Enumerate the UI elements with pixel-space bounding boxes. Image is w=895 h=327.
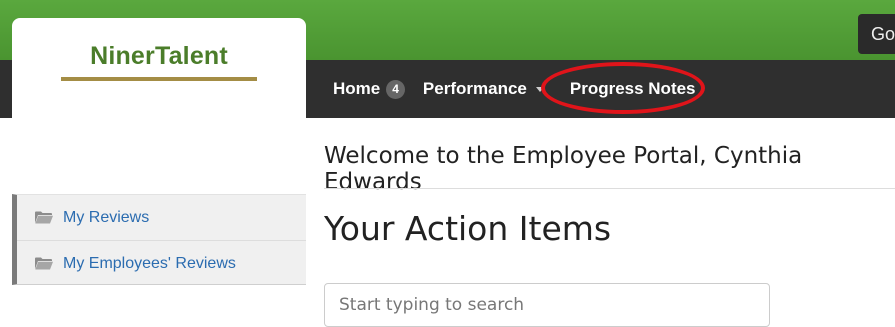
- nav-home[interactable]: Home 4: [333, 79, 405, 99]
- sidebar-item-label: My Reviews: [63, 208, 150, 226]
- nav-progress-notes-label: Progress Notes: [569, 79, 696, 98]
- nav-progress-notes[interactable]: Progress Notes: [570, 79, 696, 99]
- logo-card: NinerTalent: [12, 18, 306, 128]
- caret-down-icon: [535, 86, 544, 92]
- logo-underline: [61, 77, 257, 81]
- home-count-badge: 4: [386, 79, 405, 99]
- page-title: Your Action Items: [324, 209, 612, 248]
- nav-home-label: Home: [333, 79, 381, 98]
- sidebar-item-my-reviews[interactable]: My Reviews: [17, 195, 306, 240]
- sidebar-item-my-employees-reviews[interactable]: My Employees' Reviews: [17, 240, 306, 286]
- divider: [324, 188, 895, 189]
- nav-performance[interactable]: Performance: [423, 79, 544, 99]
- main-nav: Home 4 Performance Progress Notes: [333, 60, 714, 118]
- logo-text[interactable]: NinerTalent: [12, 42, 306, 71]
- search-input[interactable]: [324, 283, 770, 327]
- folder-icon: [35, 211, 53, 224]
- sidebar: My Reviews My Employees' Reviews: [12, 194, 306, 285]
- folder-icon: [35, 257, 53, 270]
- go-button[interactable]: Go: [858, 14, 895, 54]
- nav-performance-label: Performance: [422, 79, 527, 98]
- sidebar-item-label: My Employees' Reviews: [63, 254, 236, 272]
